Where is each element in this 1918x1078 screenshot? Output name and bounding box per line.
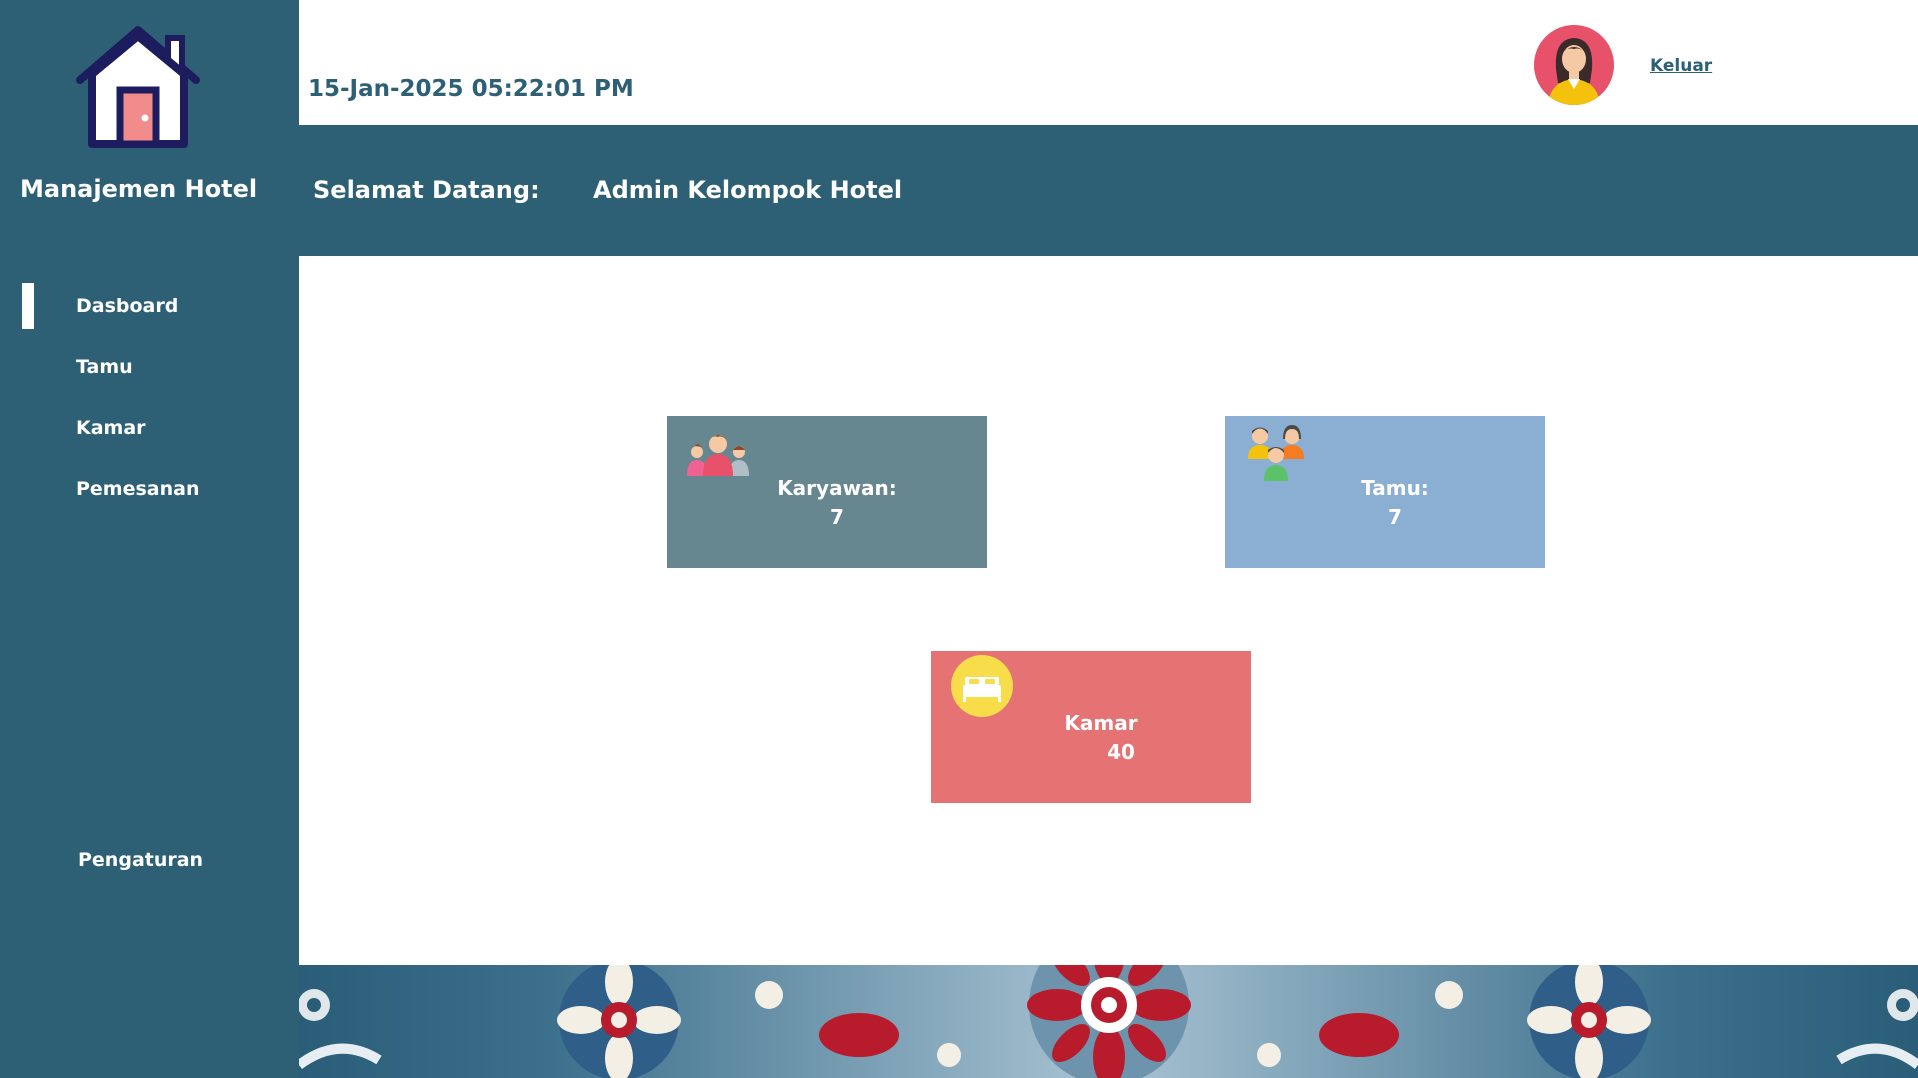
logout-link[interactable]: Keluar — [1650, 56, 1712, 76]
employees-label: Karyawan: — [777, 476, 897, 500]
welcome-username: Admin Kelompok Hotel — [593, 176, 903, 204]
house-icon — [76, 26, 200, 148]
top-bar: 15-Jan-2025 05:22:01 PM Keluar — [299, 0, 1918, 125]
rooms-card[interactable]: Kamar 40 — [931, 651, 1251, 803]
rooms-count: 40 — [1107, 740, 1135, 764]
sidebar-item-rooms[interactable]: Kamar — [76, 417, 146, 439]
current-datetime: 15-Jan-2025 05:22:01 PM — [308, 76, 634, 102]
guests-count: 7 — [1388, 505, 1402, 529]
guests-group-icon — [1248, 425, 1304, 481]
sidebar: Manajemen Hotel Dasboard Tamu Kamar Peme… — [0, 0, 299, 1078]
batik-footer-banner — [299, 965, 1918, 1078]
app-window: Manajemen Hotel Dasboard Tamu Kamar Peme… — [0, 0, 1918, 1078]
sidebar-item-bookings[interactable]: Pemesanan — [76, 478, 200, 500]
people-group-icon — [687, 435, 749, 476]
sidebar-item-guests[interactable]: Tamu — [76, 356, 133, 378]
employees-card[interactable]: Karyawan: 7 — [667, 416, 987, 568]
guests-label: Tamu: — [1361, 476, 1429, 500]
welcome-label: Selamat Datang: — [313, 176, 540, 204]
welcome-bar: Selamat Datang: Admin Kelompok Hotel — [299, 125, 1918, 256]
rooms-label: Kamar — [1064, 711, 1138, 735]
guests-card[interactable]: Tamu: 7 — [1225, 416, 1545, 568]
user-avatar-icon[interactable] — [1534, 25, 1614, 105]
bed-icon — [951, 655, 1013, 717]
active-nav-indicator — [22, 283, 34, 329]
sidebar-item-dashboard[interactable]: Dasboard — [76, 295, 178, 317]
sidebar-item-settings[interactable]: Pengaturan — [78, 849, 203, 871]
batik-pattern-image — [299, 965, 1918, 1078]
app-title: Manajemen Hotel — [20, 175, 258, 203]
employees-count: 7 — [830, 505, 844, 529]
